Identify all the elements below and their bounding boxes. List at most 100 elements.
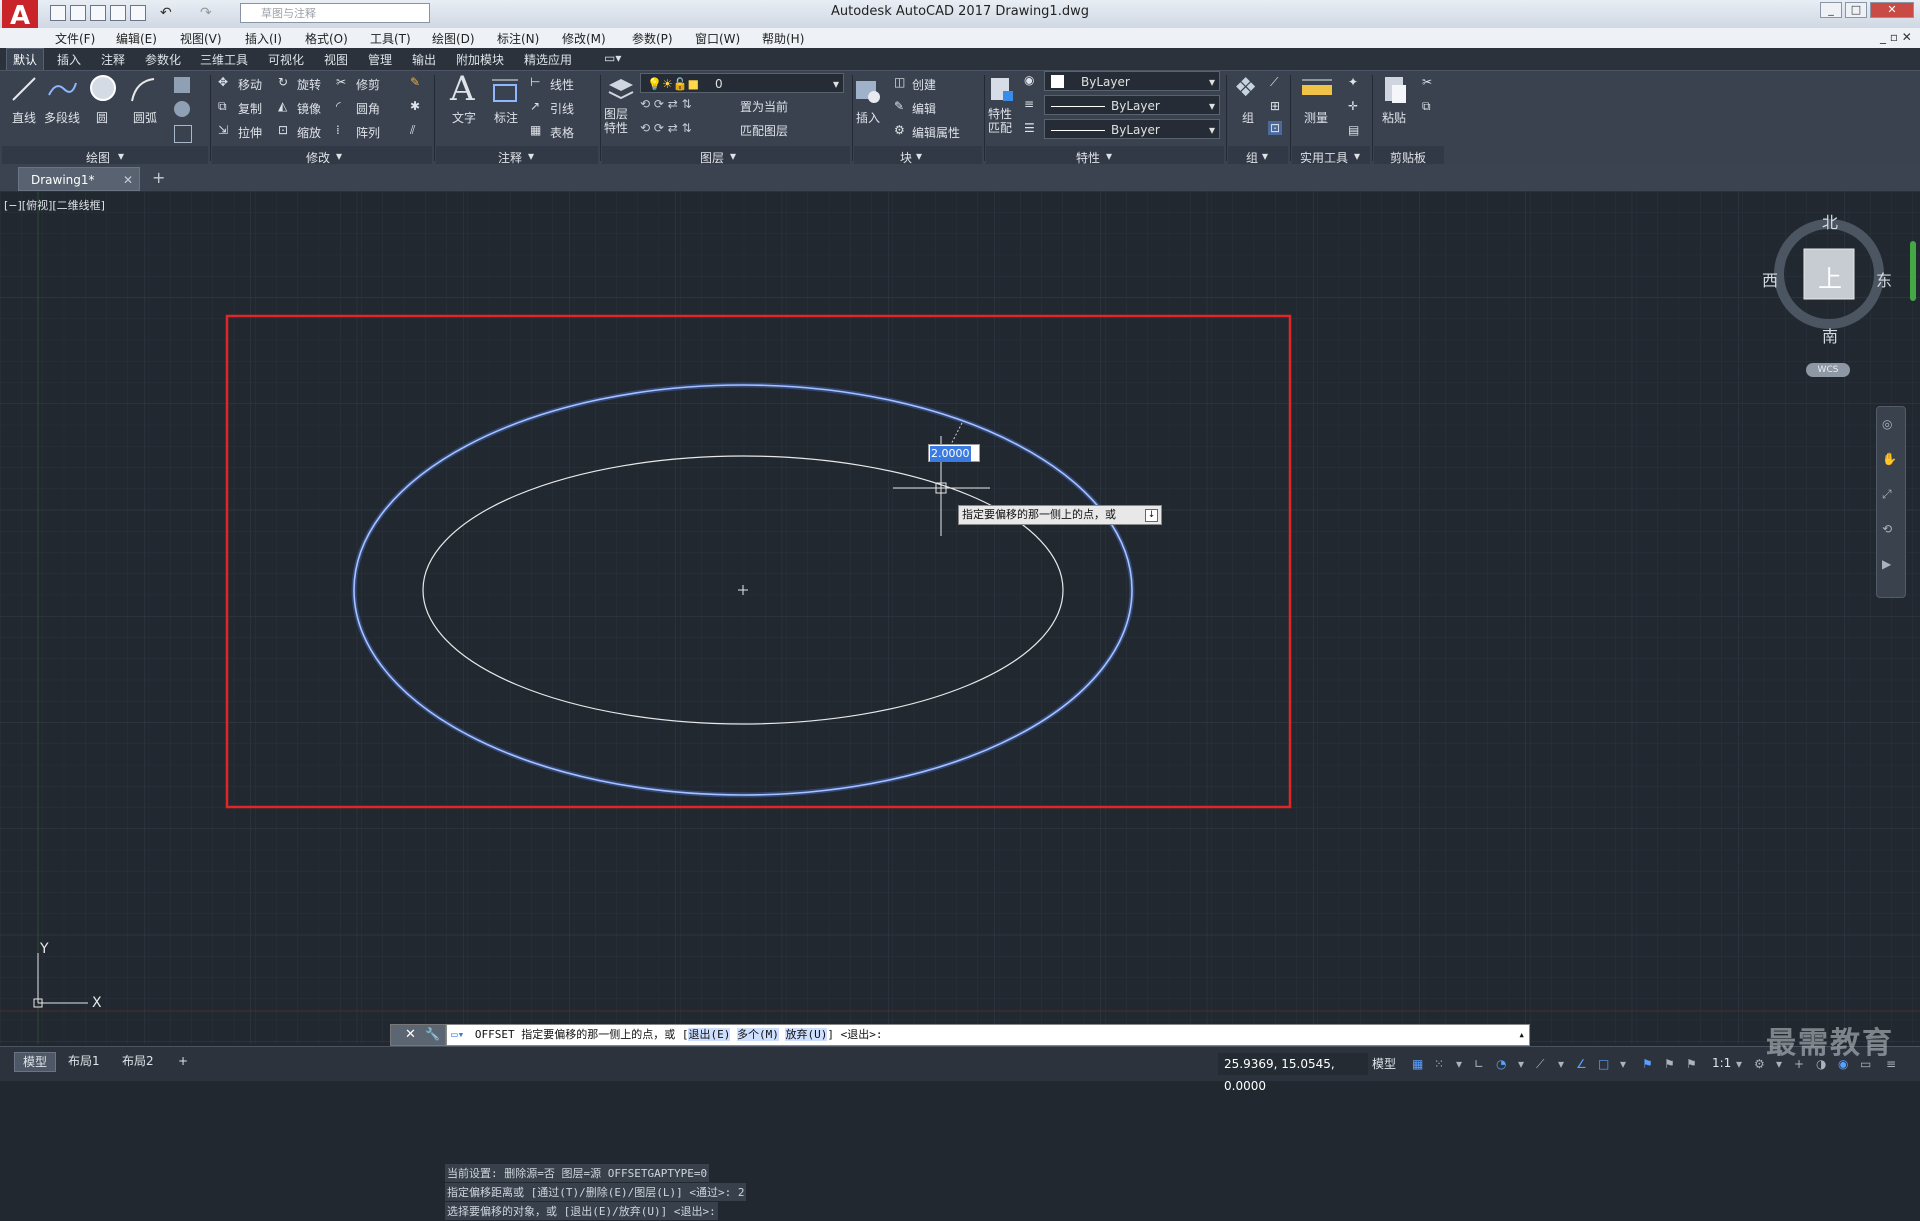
- add-layout-plus-icon[interactable]: +: [170, 1052, 196, 1070]
- hatch-icon[interactable]: [174, 101, 190, 117]
- option-exit[interactable]: 退出(E): [688, 1028, 731, 1041]
- close-button[interactable]: ✕: [1870, 2, 1914, 18]
- edit-block-button[interactable]: 编辑: [912, 100, 936, 117]
- option-multiple[interactable]: 多个(M): [736, 1028, 779, 1041]
- menu-view[interactable]: 视图(V): [180, 30, 222, 47]
- panel-draw-label[interactable]: 绘图: [86, 149, 110, 166]
- menu-parametric[interactable]: 参数(P): [632, 30, 673, 47]
- menu-tools[interactable]: 工具(T): [370, 30, 411, 47]
- minimize-button[interactable]: _: [1820, 2, 1842, 18]
- maximize-button[interactable]: □: [1845, 2, 1867, 18]
- erase-icon[interactable]: ✎: [410, 75, 420, 89]
- chevron-down-icon[interactable]: ▾: [730, 149, 736, 163]
- paste-button[interactable]: 粘贴: [1382, 109, 1406, 126]
- layer-dropdown[interactable]: 0 💡☀🔓■ ▾: [640, 73, 844, 93]
- menu-dimension[interactable]: 标注(N): [497, 30, 539, 47]
- ortho-icon[interactable]: ∟: [1474, 1057, 1488, 1071]
- panel-annotation-label[interactable]: 注释: [498, 149, 522, 166]
- isodraft-icon[interactable]: ⟋: [1536, 1057, 1550, 1071]
- scroll-indicator[interactable]: [1910, 241, 1916, 301]
- table-button[interactable]: 表格: [550, 124, 574, 141]
- leader-button[interactable]: 引线: [550, 100, 574, 117]
- chevron-down-icon[interactable]: ▾: [1620, 1057, 1634, 1071]
- copy-button[interactable]: 复制: [238, 100, 262, 117]
- panel-block-label[interactable]: 块: [900, 149, 912, 166]
- chevron-down-icon[interactable]: ▾: [1456, 1057, 1470, 1071]
- grid-icon[interactable]: ▦: [1412, 1057, 1426, 1071]
- calculator-icon[interactable]: ▤: [1348, 123, 1359, 137]
- menu-window[interactable]: 窗口(W): [695, 30, 740, 47]
- options-arrow-icon[interactable]: ↓: [1145, 509, 1158, 522]
- drawing-canvas[interactable]: [−][俯视][二维线框] 2.0000 指定要偏移的那一侧上的点，或 ↓ Y …: [0, 191, 1920, 1220]
- history-toggle-icon[interactable]: ▴: [1518, 1025, 1525, 1045]
- coordinates-readout[interactable]: 25.9369, 15.0545, 0.0000: [1218, 1053, 1368, 1093]
- chevron-down-icon[interactable]: ▾: [336, 149, 342, 163]
- group-select-icon[interactable]: ⊡: [1268, 121, 1283, 135]
- chevron-down-icon[interactable]: ▾: [1736, 1057, 1750, 1071]
- cut-icon[interactable]: ✂: [1422, 75, 1432, 89]
- trim-button[interactable]: 修剪: [356, 76, 380, 93]
- command-line-input[interactable]: ▭▾ OFFSET 指定要偏移的那一侧上的点，或 [退出(E) 多个(M) 放弃…: [446, 1024, 1530, 1046]
- tab-manage[interactable]: 管理: [368, 51, 392, 68]
- mirror-button[interactable]: 镜像: [297, 100, 321, 117]
- quick-select-icon[interactable]: ✦: [1348, 75, 1358, 89]
- distance-input[interactable]: 2.0000: [928, 444, 980, 462]
- fillet-button[interactable]: 圆角: [356, 100, 380, 117]
- showmotion-icon[interactable]: ▶: [1882, 557, 1891, 571]
- zoom-icon[interactable]: ⤢: [1882, 487, 1892, 502]
- boundary-icon[interactable]: [174, 125, 192, 143]
- linetype-dropdown[interactable]: ByLayer ▾: [1044, 95, 1220, 115]
- wcs-menu[interactable]: WCS: [1806, 363, 1850, 377]
- tab-annotate[interactable]: 注释: [101, 51, 125, 68]
- array-button[interactable]: 阵列: [356, 124, 380, 141]
- menu-file[interactable]: 文件(F): [55, 30, 95, 47]
- tab-view[interactable]: 视图: [324, 51, 348, 68]
- match-properties-button[interactable]: 特性 匹配: [988, 107, 1012, 135]
- compass-south[interactable]: 南: [1822, 323, 1838, 347]
- rectangle-icon[interactable]: [174, 77, 190, 93]
- viewport-controls-label[interactable]: [−][俯视][二维线框]: [4, 197, 105, 213]
- ribbon-toggle-icon[interactable]: ▭▾: [604, 51, 621, 65]
- model-space-toggle[interactable]: 模型: [1368, 1055, 1400, 1073]
- chevron-down-icon[interactable]: ▾: [916, 149, 922, 163]
- tab-drawing1[interactable]: Drawing1* ✕: [18, 167, 140, 191]
- explode-icon[interactable]: ✱: [410, 99, 420, 113]
- compass-north[interactable]: 北: [1822, 209, 1838, 233]
- dimension-button[interactable]: 标注: [494, 109, 518, 126]
- panel-groups-label[interactable]: 组: [1246, 149, 1258, 166]
- chevron-down-icon[interactable]: ▾: [1354, 149, 1360, 163]
- polyline-button[interactable]: 多段线: [44, 109, 80, 126]
- chevron-down-icon[interactable]: ▾: [1262, 149, 1268, 163]
- tab-output[interactable]: 输出: [412, 51, 436, 68]
- offset-icon[interactable]: ⫽: [410, 123, 415, 138]
- steering-wheel-icon[interactable]: ◎: [1882, 417, 1892, 431]
- tab-featured-apps[interactable]: 精选应用: [524, 51, 572, 68]
- make-current-button[interactable]: 置为当前: [740, 98, 788, 115]
- new-tab-plus-icon[interactable]: +: [152, 168, 165, 187]
- annotation-scale-value[interactable]: 1:1: [1712, 1056, 1731, 1070]
- layer-tools-icon[interactable]: ⟲ ⟳ ⇄ ⇅: [640, 97, 692, 111]
- viewcube-top-face[interactable]: 上: [1818, 259, 1842, 294]
- annotation-visibility-icon[interactable]: ⚑: [1642, 1057, 1656, 1071]
- tab-home[interactable]: 默认: [6, 48, 45, 71]
- panel-layers-label[interactable]: 图层: [700, 149, 724, 166]
- match-layer-button[interactable]: 匹配图层: [740, 122, 788, 139]
- orbit-icon[interactable]: ⟲: [1882, 522, 1892, 536]
- measure-button[interactable]: 测量: [1304, 109, 1328, 126]
- circle-button[interactable]: 圆: [96, 109, 108, 126]
- move-button[interactable]: 移动: [238, 76, 262, 93]
- doc-window-controls[interactable]: _ ▫ ✕: [1880, 30, 1912, 44]
- line-button[interactable]: 直线: [12, 109, 36, 126]
- polar-icon[interactable]: ◔: [1496, 1057, 1510, 1071]
- auto-scale-icon[interactable]: ⚑: [1664, 1057, 1678, 1071]
- edit-attribute-button[interactable]: 编辑属性: [912, 124, 960, 141]
- compass-east[interactable]: 东: [1876, 267, 1892, 291]
- id-point-icon[interactable]: ✛: [1348, 99, 1358, 113]
- group-button[interactable]: 组: [1242, 109, 1254, 126]
- ungroup-icon[interactable]: ⟋: [1270, 75, 1278, 90]
- stretch-button[interactable]: 拉伸: [238, 124, 262, 141]
- tab-layout1[interactable]: 布局1: [60, 1052, 108, 1070]
- compass-west[interactable]: 西: [1762, 267, 1778, 291]
- layer-states-icon[interactable]: ⟲ ⟳ ⇄ ⇅: [640, 121, 692, 135]
- arc-button[interactable]: 圆弧: [133, 109, 157, 126]
